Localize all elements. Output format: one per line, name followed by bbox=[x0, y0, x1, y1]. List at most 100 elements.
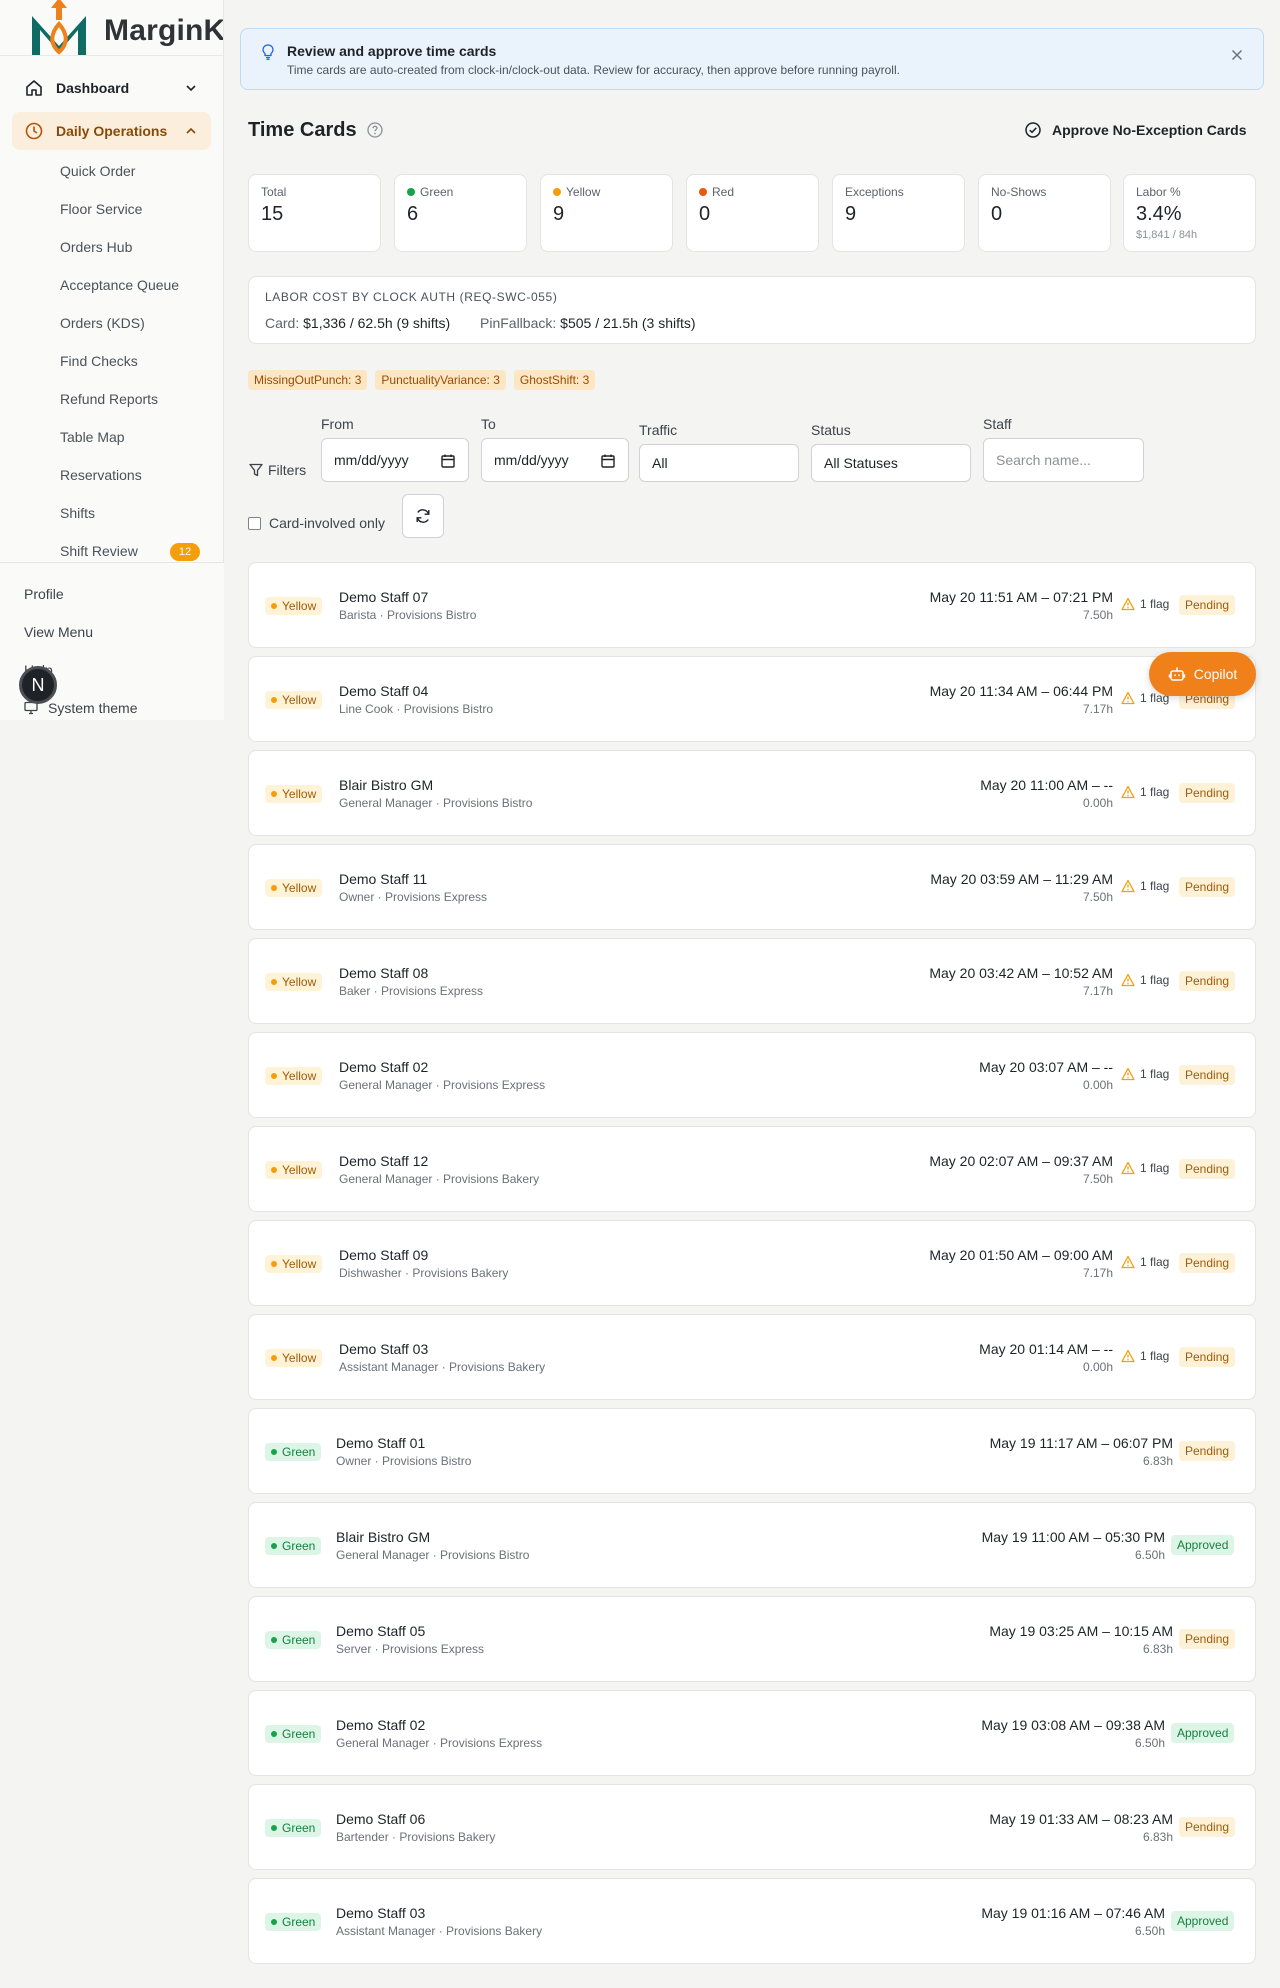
calendar-icon[interactable] bbox=[600, 453, 616, 469]
pin-label: PinFallback: bbox=[480, 315, 557, 331]
traffic-badge: Yellow bbox=[265, 1349, 323, 1367]
traffic-badge: Green bbox=[265, 1913, 322, 1931]
sidebar-item-shifts[interactable]: Shifts bbox=[60, 505, 95, 521]
time-card-row[interactable]: Green Demo Staff 06 Bartender · Provisions… bbox=[248, 1784, 1256, 1870]
traffic-badge: Yellow bbox=[265, 1255, 323, 1273]
flag-indicator[interactable]: 1 flag bbox=[1121, 785, 1169, 799]
time-card-row[interactable]: Green Demo Staff 01 Owner · Provisions Bis… bbox=[248, 1408, 1256, 1494]
card-involved-toggle[interactable]: Card-involved only bbox=[248, 515, 385, 531]
labor-cost-row: Card: $1,336 / 62.5h (9 shifts) PinFallb… bbox=[265, 315, 696, 331]
staff-name: Demo Staff 09 bbox=[339, 1247, 429, 1263]
sidebar-item-refund-reports[interactable]: Refund Reports bbox=[60, 391, 158, 407]
banner-title: Review and approve time cards bbox=[287, 43, 497, 59]
sidebar-item-reservations[interactable]: Reservations bbox=[60, 467, 142, 483]
traffic-dot-icon bbox=[271, 1449, 277, 1455]
sidebar-item-dashboard[interactable]: Dashboard bbox=[12, 69, 211, 107]
card-involved-checkbox[interactable] bbox=[248, 516, 261, 530]
staff-name: Demo Staff 05 bbox=[336, 1623, 426, 1639]
time-card-row[interactable]: Green Blair Bistro GM General Manager · Pr… bbox=[248, 1502, 1256, 1588]
flag-indicator[interactable]: 1 flag bbox=[1121, 1067, 1169, 1081]
sidebar-item-daily-operations[interactable]: Daily Operations bbox=[12, 112, 211, 150]
flag-indicator[interactable]: 1 flag bbox=[1121, 1349, 1169, 1363]
from-date-input[interactable]: mm/dd/yyyy bbox=[321, 438, 469, 482]
warning-icon bbox=[1121, 785, 1135, 799]
traffic-badge: Yellow bbox=[265, 879, 323, 897]
sidebar-item-orders-kds[interactable]: Orders (KDS) bbox=[60, 315, 145, 331]
traffic-label: Green bbox=[282, 1445, 316, 1459]
stat-label: Exceptions bbox=[845, 185, 904, 199]
traffic-badge: Yellow bbox=[265, 597, 323, 615]
exception-chip[interactable]: GhostShift: 3 bbox=[513, 370, 596, 390]
shift-time-range: May 19 01:16 AM – 07:46 AM bbox=[981, 1905, 1165, 1921]
stat-label: Labor % bbox=[1136, 185, 1181, 199]
time-card-row[interactable]: Green Demo Staff 03 Assistant Manager · Pr… bbox=[248, 1878, 1256, 1964]
time-card-row[interactable]: Yellow Demo Staff 08 Baker · Provisions Ex… bbox=[248, 938, 1256, 1024]
filters-toggle[interactable]: Filters bbox=[248, 462, 306, 478]
stat-card-total: Total 15 bbox=[248, 174, 381, 252]
status-badge: Pending bbox=[1179, 783, 1236, 803]
flag-indicator[interactable]: 1 flag bbox=[1121, 1255, 1169, 1269]
warning-icon bbox=[1121, 973, 1135, 987]
sidebar-item-orders-hub[interactable]: Orders Hub bbox=[60, 239, 132, 255]
sidebar-item-acceptance-queue[interactable]: Acceptance Queue bbox=[60, 277, 179, 293]
time-card-row[interactable]: Yellow Demo Staff 04 Line Cook · Provision… bbox=[248, 656, 1256, 742]
chevron-down-icon[interactable] bbox=[183, 80, 199, 96]
traffic-badge: Green bbox=[265, 1819, 322, 1837]
sidebar-footer-view-menu[interactable]: View Menu bbox=[24, 624, 93, 640]
shift-hours: 7.17h bbox=[1082, 702, 1113, 716]
time-card-row[interactable]: Yellow Demo Staff 07 Barista · Provisions … bbox=[248, 562, 1256, 648]
calendar-icon[interactable] bbox=[440, 453, 456, 469]
traffic-label: Green bbox=[282, 1821, 316, 1835]
flag-indicator[interactable]: 1 flag bbox=[1121, 879, 1169, 893]
status-badge: Pending bbox=[1179, 1817, 1236, 1837]
flag-indicator[interactable]: 1 flag bbox=[1121, 597, 1169, 611]
refresh-button[interactable] bbox=[402, 494, 444, 538]
staff-name: Demo Staff 01 bbox=[336, 1435, 426, 1451]
chevron-up-icon[interactable] bbox=[183, 123, 199, 139]
sidebar-footer-profile[interactable]: Profile bbox=[24, 586, 64, 602]
staff-role: Baker · Provisions Express bbox=[339, 984, 484, 998]
time-card-row[interactable]: Yellow Blair Bistro GM General Manager · P… bbox=[248, 750, 1256, 836]
warning-icon bbox=[1121, 1161, 1135, 1175]
approve-no-exception-button[interactable]: Approve No-Exception Cards bbox=[1024, 116, 1246, 144]
flag-indicator[interactable]: 1 flag bbox=[1121, 1161, 1169, 1175]
traffic-select[interactable]: All bbox=[639, 444, 799, 482]
copilot-button[interactable]: Copilot bbox=[1149, 652, 1256, 696]
exception-chip[interactable]: MissingOutPunch: 3 bbox=[248, 370, 368, 390]
status-badge: Approved bbox=[1171, 1911, 1235, 1931]
shift-time-range: May 20 01:14 AM – -- bbox=[979, 1341, 1113, 1357]
to-date-input[interactable]: mm/dd/yyyy bbox=[481, 438, 629, 482]
stats-row: Total 15 Green 6 Yellow 9 Red 0 Exceptio… bbox=[248, 174, 1256, 252]
green-dot-icon bbox=[407, 188, 415, 196]
status-select[interactable]: All Statuses bbox=[811, 444, 971, 482]
sidebar-item-find-checks[interactable]: Find Checks bbox=[60, 353, 138, 369]
time-card-row[interactable]: Yellow Demo Staff 09 Dishwasher · Provisio… bbox=[248, 1220, 1256, 1306]
sidebar-item-shift-review[interactable]: Shift Review bbox=[60, 543, 138, 559]
help-circle-icon[interactable] bbox=[366, 121, 384, 139]
staff-name: Demo Staff 06 bbox=[336, 1811, 426, 1827]
brand-logo-icon[interactable] bbox=[26, 0, 92, 56]
sidebar-item-table-map[interactable]: Table Map bbox=[60, 429, 125, 445]
time-card-row[interactable]: Yellow Demo Staff 03 Assistant Manager · P… bbox=[248, 1314, 1256, 1400]
staff-role: Server · Provisions Express bbox=[336, 1642, 485, 1656]
time-card-row[interactable]: Yellow Demo Staff 02 General Manager · Pro… bbox=[248, 1032, 1256, 1118]
banner-description: Time cards are auto-created from clock-i… bbox=[287, 63, 900, 77]
traffic-dot-icon bbox=[271, 697, 277, 703]
avatar[interactable]: N bbox=[19, 666, 57, 704]
time-card-row[interactable]: Green Demo Staff 02 General Manager · Prov… bbox=[248, 1690, 1256, 1776]
shift-hours: 7.50h bbox=[1082, 608, 1113, 622]
time-card-row[interactable]: Yellow Demo Staff 11 Owner · Provisions Ex… bbox=[248, 844, 1256, 930]
stat-label: Red bbox=[712, 185, 735, 199]
sidebar-footer-theme[interactable]: System theme bbox=[48, 700, 137, 716]
close-icon[interactable] bbox=[1227, 45, 1247, 65]
time-card-row[interactable]: Green Demo Staff 05 Server · Provisions Ex… bbox=[248, 1596, 1256, 1682]
stat-value: 3.4% bbox=[1136, 203, 1182, 225]
time-card-row[interactable]: Yellow Demo Staff 12 General Manager · Pro… bbox=[248, 1126, 1256, 1212]
exception-chip[interactable]: PunctualityVariance: 3 bbox=[375, 370, 506, 390]
sidebar-item-quick-order[interactable]: Quick Order bbox=[60, 163, 135, 179]
status-badge: Pending bbox=[1179, 1629, 1236, 1649]
flag-indicator[interactable]: 1 flag bbox=[1121, 973, 1169, 987]
staff-search-input[interactable]: Search name... bbox=[983, 438, 1144, 482]
sidebar-item-floor-service[interactable]: Floor Service bbox=[60, 201, 142, 217]
clock-icon bbox=[25, 122, 43, 140]
